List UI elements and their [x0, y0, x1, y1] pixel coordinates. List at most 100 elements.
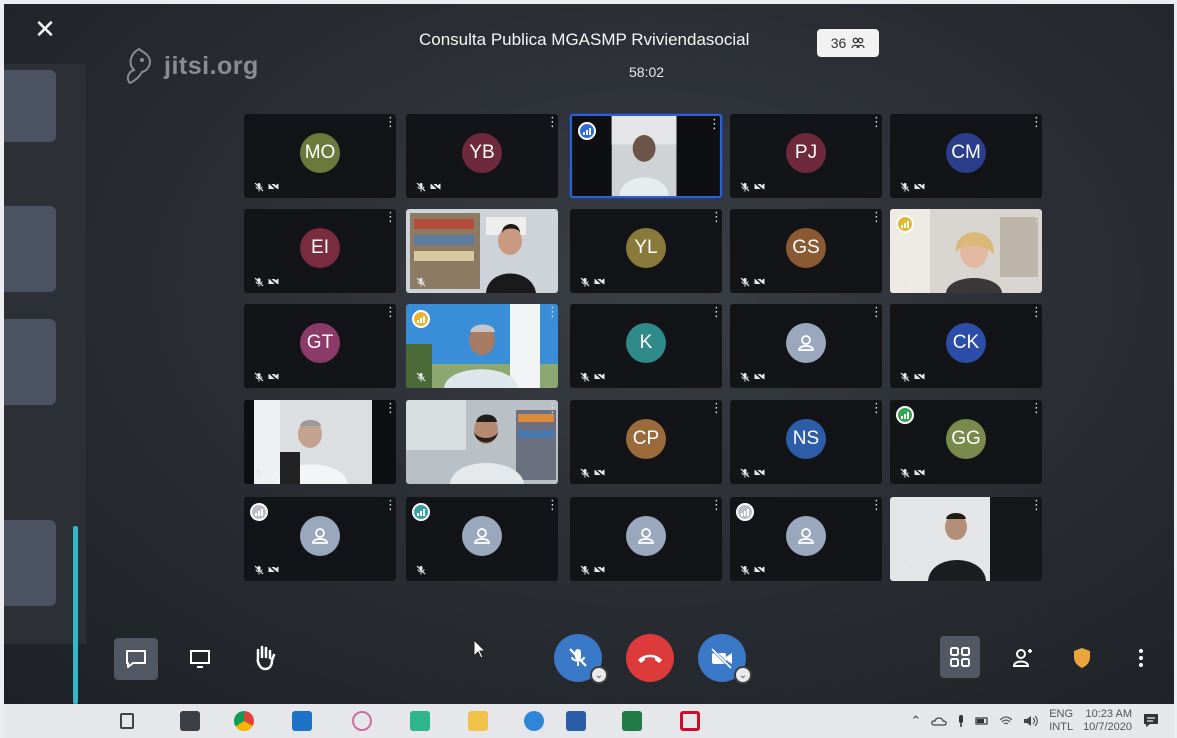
raise-hand-button[interactable]: [244, 636, 284, 680]
tile-menu-icon[interactable]: ⋮: [870, 305, 882, 324]
participant-tile[interactable]: ⋮: [890, 209, 1042, 293]
word-icon[interactable]: [566, 711, 586, 731]
participant-count-badge[interactable]: 36: [817, 29, 879, 57]
camera-off-icon: [594, 372, 605, 381]
participant-tile[interactable]: YB ⋮: [406, 114, 558, 198]
mic-options-chevron-icon[interactable]: ⌄: [590, 666, 608, 684]
participant-tile[interactable]: K ⋮: [570, 304, 722, 388]
participant-tile[interactable]: YL ⋮: [570, 209, 722, 293]
participant-tile[interactable]: GS ⋮: [730, 209, 882, 293]
store-icon[interactable]: [180, 711, 200, 731]
participant-tile[interactable]: ⋮: [406, 304, 558, 388]
participant-tile[interactable]: ⋮: [406, 400, 558, 484]
microphone-button[interactable]: ⌄: [554, 634, 608, 684]
participant-tile[interactable]: ⋮: [890, 497, 1042, 581]
connection-indicator-icon[interactable]: [896, 215, 914, 233]
chat-button[interactable]: [114, 638, 158, 680]
hangup-button[interactable]: [626, 634, 674, 682]
connection-indicator-icon[interactable]: [412, 503, 430, 521]
screenshare-button[interactable]: [180, 638, 220, 680]
tile-menu-icon[interactable]: ⋮: [384, 115, 396, 134]
invite-button[interactable]: [1004, 638, 1040, 678]
volume-icon[interactable]: [1023, 715, 1039, 727]
tile-menu-icon[interactable]: ⋮: [870, 498, 882, 517]
tile-menu-icon[interactable]: ⋮: [384, 498, 396, 517]
tile-menu-icon[interactable]: ⋮: [1030, 498, 1042, 517]
mcafee-icon[interactable]: [680, 711, 700, 731]
vpn-icon[interactable]: [524, 711, 544, 731]
file-explorer-icon[interactable]: [468, 711, 488, 731]
side-panel-card[interactable]: [4, 319, 56, 405]
tile-menu-icon[interactable]: ⋮: [1030, 305, 1042, 324]
connection-indicator-icon[interactable]: [578, 122, 596, 140]
tile-menu-icon[interactable]: ⋮: [546, 498, 558, 517]
tile-menu-icon[interactable]: ⋮: [710, 305, 722, 324]
connection-indicator-icon[interactable]: [250, 503, 268, 521]
tile-view-button[interactable]: [940, 636, 980, 678]
tile-menu-icon[interactable]: ⋮: [546, 210, 558, 229]
side-panel-scrollbar[interactable]: [73, 526, 78, 704]
participant-tile[interactable]: ⋮: [730, 497, 882, 581]
tray-expand-icon[interactable]: ⌃: [910, 713, 921, 729]
tile-menu-icon[interactable]: ⋮: [384, 210, 396, 229]
tile-menu-icon[interactable]: ⋮: [1030, 401, 1042, 420]
language-indicator[interactable]: ENG INTL: [1049, 708, 1073, 734]
tile-menu-icon[interactable]: ⋮: [546, 115, 558, 134]
tile-menu-icon[interactable]: ⋮: [546, 305, 558, 324]
participant-tile[interactable]: CP ⋮: [570, 400, 722, 484]
side-panel-card[interactable]: [4, 70, 56, 142]
participant-tile[interactable]: GT ⋮: [244, 304, 396, 388]
participant-tile[interactable]: ⋮: [244, 497, 396, 581]
mic-muted-icon: [416, 372, 426, 382]
tile-menu-icon[interactable]: ⋮: [546, 401, 558, 420]
tile-menu-icon[interactable]: ⋮: [384, 401, 396, 420]
taskbar-clock[interactable]: 10:23 AM 10/7/2020: [1083, 708, 1132, 734]
tile-menu-icon[interactable]: ⋮: [1030, 210, 1042, 229]
participant-tile[interactable]: ⋮: [406, 497, 558, 581]
participant-tile[interactable]: EI ⋮: [244, 209, 396, 293]
participant-tile[interactable]: ⋮: [406, 209, 558, 293]
wifi-icon[interactable]: [999, 715, 1013, 727]
connection-indicator-icon[interactable]: [736, 503, 754, 521]
battery-icon[interactable]: [975, 716, 989, 726]
app-icon[interactable]: [410, 711, 430, 731]
close-icon[interactable]: ✕: [32, 16, 58, 42]
tile-menu-icon[interactable]: ⋮: [710, 401, 722, 420]
tile-menu-icon[interactable]: ⋮: [708, 117, 720, 136]
participant-tile[interactable]: PJ ⋮: [730, 114, 882, 198]
side-panel-card[interactable]: [4, 520, 56, 606]
tile-menu-icon[interactable]: ⋮: [870, 401, 882, 420]
tile-menu-icon[interactable]: ⋮: [710, 210, 722, 229]
camera-options-chevron-icon[interactable]: ⌄: [734, 666, 752, 684]
participant-tile[interactable]: NS ⋮: [730, 400, 882, 484]
participant-tile[interactable]: ⋮: [730, 304, 882, 388]
participant-tile[interactable]: CK ⋮: [890, 304, 1042, 388]
participant-tile[interactable]: CM ⋮: [890, 114, 1042, 198]
security-button[interactable]: [1064, 638, 1100, 678]
connection-indicator-icon[interactable]: [412, 310, 430, 328]
side-panel-card[interactable]: [4, 206, 56, 292]
tile-menu-icon[interactable]: ⋮: [1030, 115, 1042, 134]
tile-menu-icon[interactable]: ⋮: [384, 305, 396, 324]
tile-status-icons: [254, 277, 279, 287]
snipping-icon[interactable]: [352, 711, 372, 731]
participant-tile[interactable]: ⋮: [570, 114, 722, 198]
participant-tile[interactable]: GG ⋮: [890, 400, 1042, 484]
excel-icon[interactable]: [622, 711, 642, 731]
connection-indicator-icon[interactable]: [896, 406, 914, 424]
chrome-icon[interactable]: [234, 711, 254, 731]
jitsi-logo: jitsi.org: [122, 40, 259, 92]
tile-menu-icon[interactable]: ⋮: [710, 498, 722, 517]
participant-tile[interactable]: ⋮: [244, 400, 396, 484]
participant-tile[interactable]: ⋮: [570, 497, 722, 581]
tile-menu-icon[interactable]: ⋮: [870, 210, 882, 229]
task-view-icon[interactable]: [120, 713, 134, 729]
more-button[interactable]: [1126, 638, 1156, 678]
onedrive-icon[interactable]: [931, 715, 947, 727]
participant-tile[interactable]: MO ⋮: [244, 114, 396, 198]
camera-button[interactable]: ⌄: [698, 634, 752, 684]
notification-center-icon[interactable]: [1142, 712, 1160, 730]
mail-icon[interactable]: [292, 711, 312, 731]
microphone-tray-icon[interactable]: [957, 714, 965, 728]
tile-menu-icon[interactable]: ⋮: [870, 115, 882, 134]
